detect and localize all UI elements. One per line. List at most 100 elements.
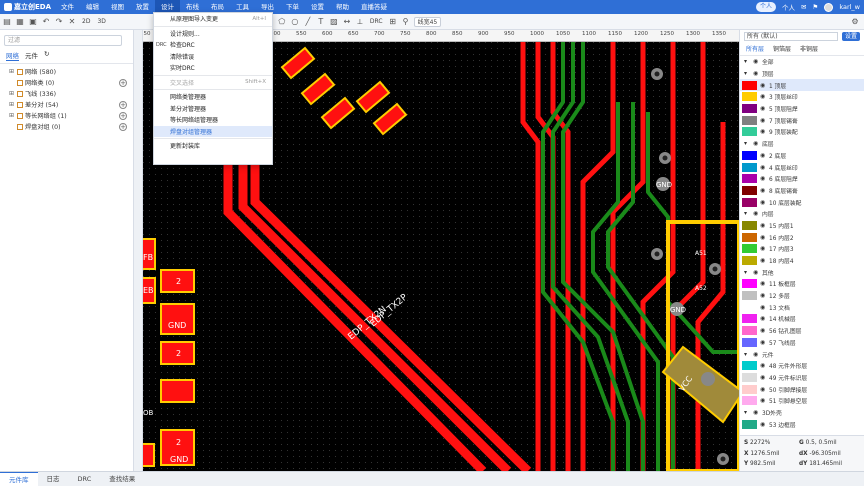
layer-color-swatch[interactable] [742, 162, 757, 172]
eye-icon[interactable]: ◉ [760, 397, 766, 404]
layer-item[interactable]: ◉ 4 底层丝印 [740, 161, 864, 173]
expand-icon[interactable]: ⊞ [9, 68, 15, 75]
flag-icon[interactable]: ⚑ [812, 3, 818, 11]
collapse-icon[interactable]: ▾ [744, 140, 750, 147]
layer-item[interactable]: ◉ 57 飞线层 [740, 337, 864, 349]
open-icon[interactable]: ▦ [15, 17, 25, 27]
menu-order[interactable]: 下单 [280, 0, 305, 14]
track-width-select[interactable]: 线宽45 [413, 16, 442, 27]
layer-color-swatch[interactable] [742, 384, 757, 394]
view-3d-button[interactable]: 3D [95, 18, 107, 25]
eye-icon[interactable]: ◉ [753, 409, 759, 416]
layer-item[interactable]: ◉ 56 钻孔图层 [740, 325, 864, 337]
layer-item[interactable]: ◉ 15 内层1 [740, 220, 864, 232]
tab-copper-layers[interactable]: 铜箔层 [773, 44, 791, 53]
layer-group[interactable]: ▾ ◉ 顶层 [740, 68, 864, 80]
expand-icon[interactable]: ⊞ [9, 101, 15, 108]
design-menu-item[interactable]: 实时DRC [154, 62, 272, 74]
layer-color-swatch[interactable] [742, 302, 757, 312]
tab-library[interactable]: 元件库 [0, 471, 38, 486]
layer-item[interactable]: ◉ 2 底层 [740, 150, 864, 162]
eye-icon[interactable]: ◉ [760, 164, 766, 171]
eye-icon[interactable]: ◉ [760, 175, 766, 182]
eye-icon[interactable]: ◉ [753, 140, 759, 147]
add-icon[interactable]: + [119, 111, 127, 120]
eye-icon[interactable]: ◉ [760, 199, 766, 206]
eye-icon[interactable]: ◉ [753, 269, 759, 276]
layer-color-swatch[interactable] [742, 220, 757, 230]
layer-color-swatch[interactable] [742, 244, 757, 254]
layer-group[interactable]: ▾ ◉ 底层 [740, 138, 864, 150]
menu-view[interactable]: 视图 [105, 0, 130, 14]
collapse-icon[interactable]: ▾ [744, 58, 750, 65]
add-icon[interactable]: + [119, 78, 127, 87]
tree-item-net-classes[interactable]: 网络类 (0) + [0, 77, 133, 88]
eye-icon[interactable]: ◉ [760, 245, 766, 252]
eye-icon[interactable]: ◉ [760, 128, 766, 135]
new-icon[interactable]: ▤ [2, 17, 12, 27]
design-menu-item[interactable]: 从原理图导入变更 Alt+I [154, 13, 272, 25]
refresh-icon[interactable]: ↻ [44, 50, 49, 61]
eye-icon[interactable]: ◉ [760, 280, 766, 287]
tab-log[interactable]: 日志 [38, 472, 69, 486]
tab-find-results[interactable]: 查找结果 [100, 472, 144, 486]
layer-color-swatch[interactable] [742, 337, 757, 347]
image-icon[interactable]: ▨ [329, 17, 339, 27]
layer-color-swatch[interactable] [742, 256, 757, 266]
tree-item-diff-pairs[interactable]: ⊞ 差分对 (54) + [0, 99, 133, 110]
layer-color-swatch[interactable] [742, 150, 757, 160]
layer-view-select[interactable]: 所有 (默认) [744, 31, 838, 41]
layer-item[interactable]: ◉ 10 底层装配 [740, 196, 864, 208]
tree-item-ratlines[interactable]: ⊞ 飞线 (336) [0, 88, 133, 99]
drc-button[interactable]: DRC [368, 18, 385, 25]
eye-icon[interactable]: ◉ [760, 93, 766, 100]
design-menu-item[interactable]: 设计规则... [154, 28, 272, 40]
eye-icon[interactable]: ◉ [760, 315, 766, 322]
line-icon[interactable]: ╱ [303, 17, 313, 27]
layer-color-swatch[interactable] [742, 127, 757, 137]
eye-icon[interactable]: ◉ [753, 351, 759, 358]
collapse-icon[interactable]: ▾ [744, 269, 750, 276]
layer-group[interactable]: ▾ ◉ 3D外壳 [740, 407, 864, 419]
layer-group[interactable]: ▾ ◉ 元件 [740, 348, 864, 360]
delete-icon[interactable]: ✕ [67, 17, 77, 27]
menu-help[interactable]: 帮助 [330, 0, 355, 14]
eye-icon[interactable]: ◉ [760, 257, 766, 264]
eye-icon[interactable]: ◉ [760, 292, 766, 299]
save-icon[interactable]: ▣ [28, 17, 38, 27]
layer-group[interactable]: ▾ ◉ 内层 [740, 208, 864, 220]
collapse-icon[interactable]: ▾ [744, 70, 750, 77]
design-menu-item[interactable]: 更新封装库 [154, 140, 272, 152]
layer-color-swatch[interactable] [742, 80, 757, 90]
pin-icon[interactable]: ⚲ [401, 17, 411, 27]
settings-icon[interactable]: ⚙ [850, 17, 860, 27]
eye-icon[interactable]: ◉ [760, 222, 766, 229]
eye-icon[interactable]: ◉ [760, 339, 766, 346]
eye-icon[interactable]: ◉ [760, 234, 766, 241]
eye-icon[interactable]: ◉ [760, 386, 766, 393]
redo-icon[interactable]: ↷ [54, 17, 64, 27]
layer-group[interactable]: ▾ ◉ 全部 [740, 56, 864, 68]
measure-icon[interactable]: ⟂ [355, 17, 365, 27]
cloud-status[interactable]: 个人 [756, 2, 777, 12]
layer-color-swatch[interactable] [742, 92, 757, 102]
design-menu-item[interactable]: 焊盘对组管理器 [154, 125, 272, 137]
layer-color-swatch[interactable] [742, 279, 757, 289]
project-label[interactable]: 个人 [782, 2, 795, 12]
menu-edit[interactable]: 编辑 [80, 0, 105, 14]
design-menu-item[interactable]: 清除错误 [154, 51, 272, 63]
layer-color-swatch[interactable] [742, 174, 757, 184]
menu-file[interactable]: 文件 [55, 0, 80, 14]
eye-icon[interactable]: ◉ [760, 82, 766, 89]
eye-icon[interactable]: ◉ [760, 304, 766, 311]
layer-item[interactable]: ◉ 1 顶层 [740, 79, 864, 92]
text-icon[interactable]: T [316, 17, 326, 27]
layer-item[interactable]: ◉ 53 边框层 [740, 418, 864, 430]
menu-live[interactable]: 直播答疑 [355, 0, 393, 14]
align-icon[interactable]: ⊞ [388, 17, 398, 27]
layer-item[interactable]: ◉ 11 板框层 [740, 278, 864, 290]
eye-icon[interactable]: ◉ [760, 152, 766, 159]
eye-icon[interactable]: ◉ [760, 421, 766, 428]
tree-item-nets[interactable]: ⊞ 网络 (580) [0, 66, 133, 77]
tab-non-copper-layers[interactable]: 非铜层 [800, 44, 818, 53]
